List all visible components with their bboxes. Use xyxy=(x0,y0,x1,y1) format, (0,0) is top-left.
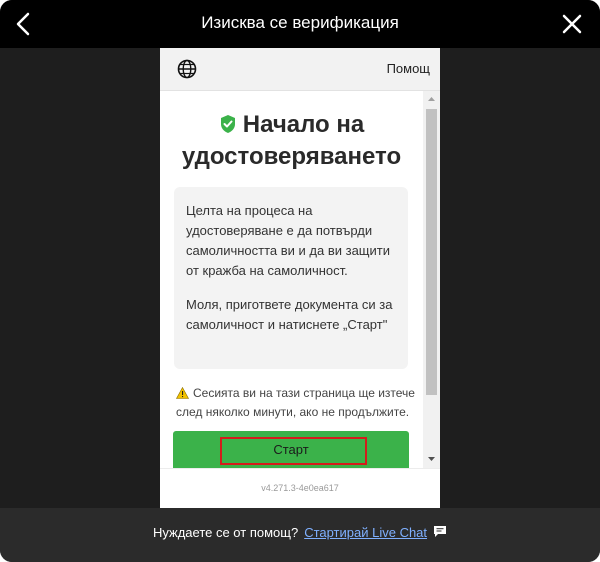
help-prompt: Нуждаете се от помощ? Стартирай Live Chat xyxy=(0,525,600,540)
triangle-up-icon xyxy=(428,97,435,101)
warning-icon xyxy=(176,387,189,399)
help-question: Нуждаете се от помощ? xyxy=(152,525,299,540)
card-footer: v4.271.3-4e0ea617 xyxy=(160,468,440,509)
scroll-down-arrow[interactable] xyxy=(423,451,440,467)
close-button[interactable] xyxy=(556,8,588,40)
page-heading: Начало на удостоверяването xyxy=(160,109,423,173)
title-bar: Изисква се верификация xyxy=(0,0,600,48)
chat-bubble-icon[interactable] xyxy=(433,525,447,538)
start-button[interactable]: Старт xyxy=(173,431,409,468)
shield-check-icon xyxy=(220,115,235,133)
session-warning: Сесията ви на тази страница ще изтече сл… xyxy=(176,384,416,422)
scrollbar-thumb[interactable] xyxy=(426,109,437,395)
card-content: Начало на удостоверяването Целта на проц… xyxy=(160,91,423,468)
help-link[interactable]: Помощ xyxy=(387,61,430,76)
info-paragraph-purpose: Целта на процеса на удостоверяване е да … xyxy=(186,203,390,278)
version-label: v4.271.3-4e0ea617 xyxy=(261,483,339,493)
close-icon xyxy=(562,14,582,34)
info-box: Целта на процеса на удостоверяване е да … xyxy=(174,187,408,369)
help-bar: Нуждаете се от помощ? Стартирай Live Chat xyxy=(0,508,600,562)
globe-icon xyxy=(177,59,197,79)
vertical-scrollbar[interactable] xyxy=(423,91,440,468)
verification-window: Изисква се верификация Помощ Начало на у… xyxy=(0,0,600,562)
heading-text: Начало на удостоверяването xyxy=(181,111,402,170)
scroll-up-arrow[interactable] xyxy=(423,91,440,107)
warning-text: Сесията ви на тази страница ще изтече сл… xyxy=(176,386,415,419)
language-button[interactable] xyxy=(176,58,198,80)
window-title: Изисква се верификация xyxy=(201,13,399,32)
verification-card: Помощ Начало на удостоверяването Целта н… xyxy=(160,48,440,509)
triangle-down-icon xyxy=(428,457,435,461)
info-paragraph-instructions: Моля, пригответе документа си за самолич… xyxy=(186,297,393,332)
start-button-label: Старт xyxy=(273,442,309,457)
live-chat-link[interactable]: Стартирай Live Chat xyxy=(304,525,427,540)
card-header: Помощ xyxy=(160,48,440,91)
